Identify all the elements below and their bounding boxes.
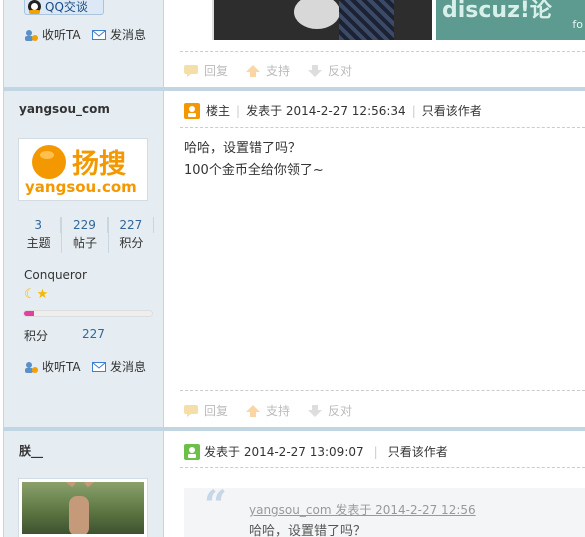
stat-points-label: 积分: [119, 236, 144, 250]
thread-page: QQ交谈 收听TA 发消息 discuz!论 fo 回复 支持 反对 yangs…: [0, 0, 585, 537]
support-button[interactable]: 支持: [246, 402, 290, 419]
quote-block: “ yangsou_com 发表于 2014-2-27 12:56 哈哈，设置错…: [184, 482, 585, 537]
previous-post-actions: 回复 支持 反对: [184, 62, 352, 79]
op-post-message: 哈哈，设置错了吗？ 100个金币全给你领了~: [184, 138, 324, 182]
reply-button[interactable]: 回复: [184, 62, 228, 79]
support-button[interactable]: 支持: [246, 62, 290, 79]
author-username[interactable]: yangsou_com: [19, 102, 110, 116]
follow-label: 收听TA: [42, 28, 81, 42]
thumb-down-icon: [308, 64, 323, 77]
logo-chinese-text: 扬搜: [72, 149, 126, 180]
post-timestamp: 发表于 2014-2-27 12:56:34: [246, 104, 406, 118]
qq-icon: [28, 0, 41, 14]
only-author-link[interactable]: 只看该作者: [422, 102, 482, 119]
oppose-label: 反对: [328, 64, 353, 78]
follow-label: 收听TA: [42, 360, 81, 374]
op-post-actions: 回复 支持 反对: [184, 402, 352, 419]
attachment-banner[interactable]: discuz!论 fo: [436, 0, 585, 40]
send-message-link[interactable]: 发消息: [92, 26, 146, 43]
stat-threads[interactable]: 3 主题: [16, 217, 63, 253]
follow-link[interactable]: 收听TA: [24, 358, 81, 375]
logo-en-yang: yang: [25, 178, 67, 196]
divider: [180, 127, 585, 128]
op-post-header: 楼主 | 发表于 2014-2-27 12:56:34 | 只看该作者: [184, 102, 482, 119]
thread-starter-icon: [184, 102, 200, 119]
message-line-1: 哈哈，设置错了吗？: [184, 141, 302, 156]
points-progress-fill: [24, 311, 35, 316]
thumb-down-icon: [308, 404, 323, 417]
only-author-link[interactable]: 只看该作者: [388, 443, 448, 460]
stat-posts-label: 帖子: [72, 236, 97, 250]
follow-link[interactable]: 收听TA: [24, 26, 81, 43]
logo-en-sou: sou: [66, 178, 97, 196]
divider: [180, 390, 585, 391]
stat-points[interactable]: 227 积分: [109, 217, 154, 253]
previous-post-sidebar: QQ交谈 收听TA 发消息: [3, 0, 164, 87]
follow-icon: [25, 361, 38, 373]
op-post-sidebar: yangsou_com 扬搜 yangsou.com 3 主题 229 帖子 227…: [3, 91, 164, 427]
rank-stars: ☾ ★: [24, 288, 48, 301]
support-label: 支持: [266, 404, 291, 418]
qq-chat-button[interactable]: QQ交谈: [24, 0, 104, 15]
reply-author-username[interactable]: 朕__: [19, 442, 43, 459]
moon-icon: ☾: [24, 287, 36, 302]
stat-threads-label: 主题: [26, 236, 51, 250]
oppose-button[interactable]: 反对: [308, 402, 352, 419]
user-rank: Conqueror: [24, 268, 87, 282]
support-label: 支持: [266, 64, 291, 78]
reply-icon: [184, 64, 198, 77]
logo-en-com: .com: [96, 178, 137, 196]
stat-posts-value: 229: [62, 217, 108, 233]
stat-posts[interactable]: 229 帖子: [62, 217, 109, 253]
reply-label: 回复: [204, 404, 229, 418]
banner-text: discuz!论: [442, 0, 552, 23]
reply-label: 回复: [204, 64, 229, 78]
reply-post-sidebar: 朕__: [3, 431, 164, 537]
star-icon: ★: [36, 287, 49, 302]
thread-starter-badge: 楼主: [206, 104, 231, 118]
reply-icon: [184, 404, 198, 417]
author-stats: 3 主题 229 帖子 227 积分: [16, 217, 154, 253]
qq-chat-label: QQ交谈: [45, 0, 88, 14]
quote-mark-icon: “: [204, 482, 228, 529]
points-label: 积分: [24, 329, 49, 343]
logo-english-text: yangsou.com: [25, 178, 137, 196]
divider: [180, 51, 585, 52]
oppose-button[interactable]: 反对: [308, 62, 352, 79]
points-progress-bar: [23, 310, 153, 317]
thumb-up-icon: [246, 64, 261, 77]
divider: [180, 467, 585, 468]
oppose-label: 反对: [328, 404, 353, 418]
stat-points-value: 227: [109, 217, 154, 233]
attachment-photo[interactable]: [212, 0, 432, 40]
reply-button[interactable]: 回复: [184, 402, 228, 419]
thumb-up-icon: [246, 404, 261, 417]
points-value: 227: [82, 327, 105, 341]
quote-header-link[interactable]: yangsou_com 发表于 2014-2-27 12:56: [249, 501, 476, 518]
reply-author-avatar[interactable]: [18, 478, 148, 537]
send-message-label: 发消息: [110, 28, 147, 42]
follow-icon: [25, 29, 38, 41]
reply-post-header: 发表于 2014-2-27 13:09:07 | 只看该作者: [184, 443, 448, 460]
user-icon: [184, 443, 200, 460]
author-avatar[interactable]: 扬搜 yangsou.com: [18, 138, 148, 201]
quote-text: 哈哈，设置错了吗？: [249, 524, 367, 537]
banner-text-small: fo: [572, 18, 583, 31]
envelope-icon: [92, 29, 106, 40]
reply-timestamp: 发表于 2014-2-27 13:09:07: [204, 445, 364, 459]
logo-orange-circle: [32, 145, 66, 179]
avatar-photo: [22, 482, 144, 534]
stat-threads-value: 3: [16, 217, 62, 233]
send-message-label: 发消息: [110, 360, 147, 374]
message-line-2: 100个金币全给你领了~: [184, 163, 324, 178]
envelope-icon: [92, 361, 106, 372]
send-message-link[interactable]: 发消息: [92, 358, 146, 375]
